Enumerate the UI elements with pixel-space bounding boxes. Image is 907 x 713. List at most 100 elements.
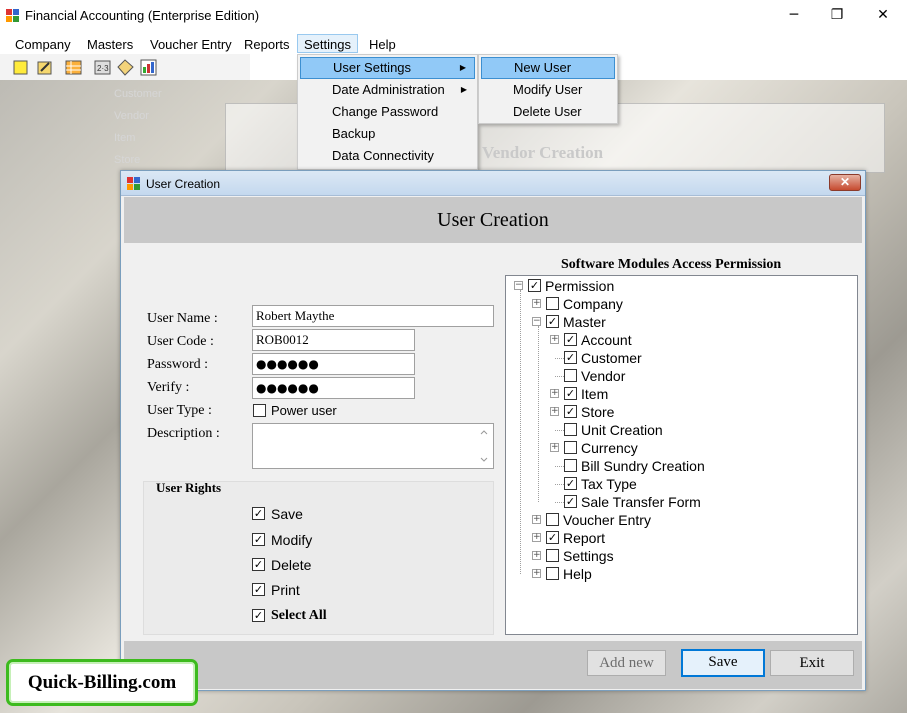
tree-checkbox[interactable]: ✓ bbox=[546, 315, 559, 328]
tree-checkbox[interactable]: ✓ bbox=[564, 351, 577, 364]
password-input[interactable]: ●●●●●● bbox=[252, 353, 415, 375]
tree-checkbox[interactable] bbox=[564, 369, 577, 382]
tree-checkbox[interactable]: ✓ bbox=[564, 477, 577, 490]
menu-settings[interactable]: Settings bbox=[297, 34, 358, 53]
modules-permission-title: Software Modules Access Permission bbox=[561, 257, 782, 272]
quick-billing-logo: Quick-Billing.com bbox=[6, 659, 198, 706]
tree-connector bbox=[555, 484, 564, 485]
menu-item-date-administration[interactable]: Date Administration ▶ bbox=[300, 79, 475, 101]
power-user-checkbox[interactable] bbox=[253, 404, 266, 417]
tree-node-bill-sundry-creation[interactable]: Bill Sundry Creation bbox=[506, 457, 856, 475]
tree-node-sale-transfer-form[interactable]: ✓ Sale Transfer Form bbox=[506, 493, 856, 511]
minimize-button[interactable]: ─ bbox=[771, 0, 817, 31]
tree-checkbox[interactable]: ✓ bbox=[564, 405, 577, 418]
description-scroll-arrows-icon[interactable] bbox=[479, 427, 489, 465]
close-button[interactable]: ✕ bbox=[860, 0, 906, 31]
tree-checkbox[interactable]: ✓ bbox=[564, 495, 577, 508]
tree-node-voucher-entry[interactable]: + Voucher Entry bbox=[506, 511, 856, 529]
tree-node-currency[interactable]: + Currency bbox=[506, 439, 856, 457]
tree-checkbox[interactable]: ✓ bbox=[546, 531, 559, 544]
tree-checkbox[interactable] bbox=[546, 549, 559, 562]
tree-checkbox[interactable] bbox=[546, 297, 559, 310]
tree-node-label: Vendor bbox=[581, 368, 626, 384]
tag-icon[interactable] bbox=[117, 59, 134, 76]
tree-node-item[interactable]: + ✓ Item bbox=[506, 385, 856, 403]
save-button[interactable]: Save bbox=[681, 649, 765, 677]
modify-right-checkbox[interactable]: ✓ bbox=[252, 533, 265, 546]
collapse-icon[interactable]: − bbox=[514, 281, 523, 290]
collapse-icon[interactable]: − bbox=[532, 317, 541, 326]
expand-icon[interactable]: + bbox=[532, 533, 541, 542]
menu-help[interactable]: Help bbox=[363, 35, 402, 54]
user-name-label: User Name : bbox=[147, 311, 218, 326]
table-icon[interactable] bbox=[65, 59, 82, 76]
expand-icon[interactable]: + bbox=[550, 335, 559, 344]
expand-icon[interactable]: + bbox=[550, 443, 559, 452]
expand-icon[interactable]: + bbox=[532, 515, 541, 524]
expand-icon[interactable]: + bbox=[550, 389, 559, 398]
description-textarea[interactable] bbox=[252, 423, 494, 469]
menu-masters[interactable]: Masters bbox=[81, 35, 139, 54]
tree-node-store[interactable]: + ✓ Store bbox=[506, 403, 856, 421]
delete-right-checkbox[interactable]: ✓ bbox=[252, 558, 265, 571]
tree-checkbox[interactable] bbox=[564, 423, 577, 436]
menu-item-new-user[interactable]: New User bbox=[481, 57, 615, 79]
menu-company[interactable]: Company bbox=[9, 35, 77, 54]
tree-node-unit-creation[interactable]: Unit Creation bbox=[506, 421, 856, 439]
password-label: Password : bbox=[147, 357, 209, 372]
user-name-input[interactable]: Robert Maythe bbox=[252, 305, 494, 327]
tree-node-company[interactable]: + Company bbox=[506, 295, 856, 313]
tree-node-label: Master bbox=[563, 314, 606, 330]
menu-item-backup[interactable]: Backup bbox=[300, 123, 475, 145]
menu-voucher-entry[interactable]: Voucher Entry bbox=[144, 35, 238, 54]
new-document-icon[interactable] bbox=[12, 59, 29, 76]
expand-icon[interactable]: + bbox=[532, 299, 541, 308]
description-label: Description : bbox=[147, 426, 220, 441]
toolbar: 2·3 bbox=[0, 54, 250, 80]
tree-node-master[interactable]: − ✓ Master bbox=[506, 313, 856, 331]
user-code-input[interactable]: ROB0012 bbox=[252, 329, 415, 351]
tree-checkbox[interactable] bbox=[546, 513, 559, 526]
menu-item-delete-user[interactable]: Delete User bbox=[481, 101, 615, 123]
tree-node-account[interactable]: + ✓ Account bbox=[506, 331, 856, 349]
tree-checkbox[interactable] bbox=[564, 441, 577, 454]
tree-node-label: Currency bbox=[581, 440, 638, 456]
dialog-close-button[interactable]: ✕ bbox=[829, 174, 861, 191]
tree-node-label: Voucher Entry bbox=[563, 512, 651, 528]
add-new-button[interactable]: Add new bbox=[587, 650, 666, 676]
tree-node-report[interactable]: + ✓ Report bbox=[506, 529, 856, 547]
calculator-icon[interactable]: 2·3 bbox=[94, 59, 111, 76]
tree-node-tax-type[interactable]: ✓ Tax Type bbox=[506, 475, 856, 493]
expand-icon[interactable]: + bbox=[532, 551, 541, 560]
tree-checkbox[interactable]: ✓ bbox=[564, 387, 577, 400]
tree-node-help[interactable]: + Help bbox=[506, 565, 856, 583]
tree-node-customer[interactable]: ✓ Customer bbox=[506, 349, 856, 367]
save-right-checkbox[interactable]: ✓ bbox=[252, 507, 265, 520]
dialog-title-bar: User Creation ✕ bbox=[121, 171, 865, 196]
verify-password-input[interactable]: ●●●●●● bbox=[252, 377, 415, 399]
tree-node-label: Report bbox=[563, 530, 606, 546]
tree-checkbox[interactable] bbox=[564, 459, 577, 472]
tree-node-vendor[interactable]: Vendor bbox=[506, 367, 856, 385]
tree-checkbox[interactable]: ✓ bbox=[528, 279, 541, 292]
chart-icon[interactable] bbox=[140, 59, 157, 76]
tree-node-settings[interactable]: + Settings bbox=[506, 547, 856, 565]
expand-icon[interactable]: + bbox=[532, 569, 541, 578]
tree-node-permission[interactable]: − ✓ Permission bbox=[506, 277, 856, 295]
menu-item-change-password[interactable]: Change Password bbox=[300, 101, 475, 123]
print-right-checkbox[interactable]: ✓ bbox=[252, 583, 265, 596]
menu-reports[interactable]: Reports bbox=[238, 35, 296, 54]
tree-checkbox[interactable]: ✓ bbox=[564, 333, 577, 346]
menu-item-modify-user[interactable]: Modify User bbox=[481, 79, 615, 101]
expand-icon[interactable]: + bbox=[550, 407, 559, 416]
tree-node-label: Item bbox=[581, 386, 609, 402]
tree-checkbox[interactable] bbox=[546, 567, 559, 580]
exit-button[interactable]: Exit bbox=[770, 650, 854, 676]
bg-faded-item: Store bbox=[114, 154, 141, 166]
maximize-button[interactable]: ❐ bbox=[814, 0, 860, 31]
menu-item-user-settings[interactable]: User Settings ▶ bbox=[300, 57, 475, 79]
edit-icon[interactable] bbox=[36, 59, 53, 76]
user-rights-title: User Rights bbox=[156, 480, 222, 495]
menu-item-data-connectivity[interactable]: Data Connectivity bbox=[300, 145, 475, 167]
select-all-checkbox[interactable]: ✓ bbox=[252, 609, 265, 622]
